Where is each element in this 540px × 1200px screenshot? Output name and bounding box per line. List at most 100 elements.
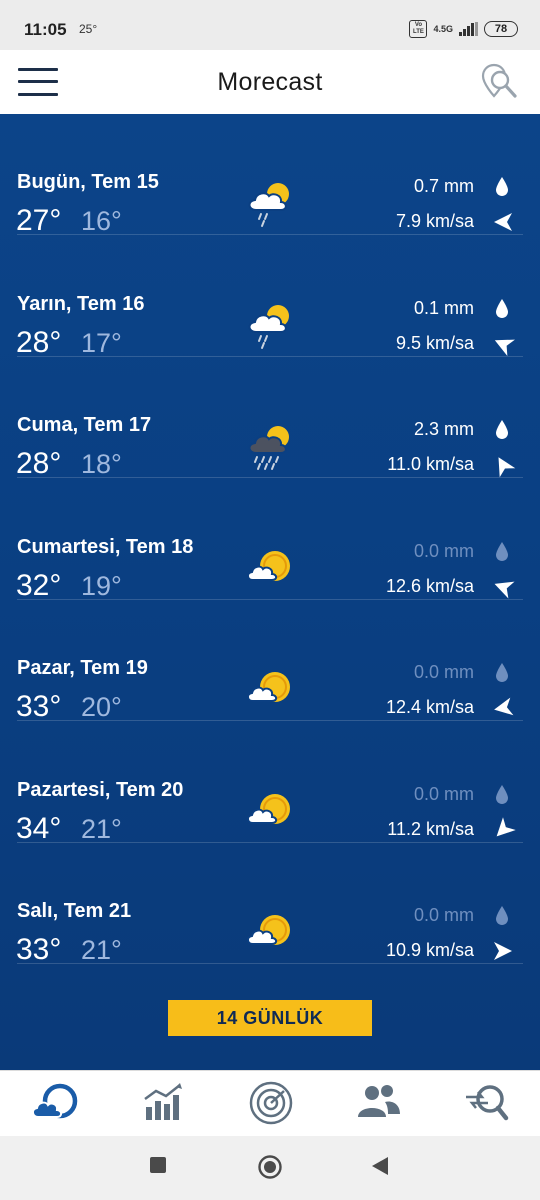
forecast-row[interactable]: Yarın, Tem 16 28° 17° 0.1 mm 9.5 km/sa [0, 236, 540, 359]
status-bar: 11:05 25° Vo LTE 4.5G 78 [0, 0, 540, 50]
drop-icon [496, 177, 508, 196]
nav-weather[interactable] [28, 1081, 82, 1125]
min-temperature: 19° [81, 570, 122, 601]
compare-icon [466, 1085, 509, 1121]
nav-charts[interactable] [136, 1081, 190, 1125]
min-temperature: 21° [81, 935, 122, 965]
wind-direction [490, 574, 516, 600]
sun-cloud-icon [247, 672, 290, 702]
precipitation-icon [495, 419, 509, 440]
drop-icon [496, 906, 508, 925]
wind-speed-value: 12.4 km/sa [385, 697, 474, 717]
min-temperature: 16° [81, 206, 122, 236]
weather-condition [244, 180, 298, 230]
max-temperature: 27° [16, 204, 62, 237]
home-button[interactable] [258, 1155, 282, 1184]
drop-icon [496, 541, 508, 561]
precipitation-icon [495, 905, 509, 926]
wind-arrow-icon [494, 339, 515, 356]
wind-arrow-icon [494, 697, 514, 716]
drop-icon [496, 298, 508, 318]
wind-speed-value: 11.0 km/sa [387, 454, 474, 474]
rain-sun-cloud-icon [248, 183, 289, 227]
drop-icon [496, 663, 508, 682]
day-label: Pazar, Tem 19 [17, 657, 148, 679]
min-temperature: 18° [81, 449, 122, 479]
max-temperature: 33° [16, 933, 62, 966]
day-label: Cumartesi, Tem 18 [17, 535, 194, 558]
forecast-row[interactable]: Cumartesi, Tem 18 32° 19° 0.0 mm 12.6 km… [0, 479, 540, 602]
wind-arrow-icon [496, 816, 516, 836]
app-header: Morecast [0, 50, 540, 114]
signal-icon [459, 22, 478, 36]
day-label: Cuma, Tem 17 [17, 414, 152, 436]
precipitation-value: 2.3 mm [413, 419, 474, 439]
sun-cloud-icon [247, 550, 290, 581]
bottom-navigation [0, 1070, 540, 1136]
forecast-row[interactable]: Cuma, Tem 17 28° 18° 2.3 mm 11.0 km/sa [0, 357, 540, 480]
weather-condition [244, 423, 298, 473]
wind-arrow-icon [498, 457, 516, 478]
heavy-rain-cloud-icon [248, 426, 289, 470]
max-temperature: 34° [16, 811, 62, 845]
wind-direction [490, 816, 516, 843]
community-icon [358, 1085, 400, 1117]
precipitation-icon [495, 298, 509, 319]
wind-speed-value: 9.5 km/sa [395, 332, 474, 353]
wind-arrow-icon [494, 213, 512, 231]
wind-speed-value: 7.9 km/sa [395, 211, 474, 231]
nav-radar[interactable] [244, 1081, 298, 1125]
wind-arrow-icon [494, 942, 512, 960]
wind-arrow-icon [494, 581, 515, 599]
battery-icon: 78 [484, 21, 518, 37]
wind-direction [490, 695, 516, 721]
back-button[interactable] [371, 1156, 389, 1181]
radar-icon [249, 1081, 293, 1125]
sun-cloud-icon [247, 915, 290, 945]
wind-direction [490, 209, 516, 235]
forecast-row[interactable]: Pazartesi, Tem 20 34° 21° 0.0 mm 11.2 km… [0, 722, 540, 845]
location-search-icon [481, 63, 517, 98]
nav-compare[interactable] [460, 1081, 514, 1125]
wind-direction [490, 938, 516, 964]
precipitation-value: 0.1 mm [413, 297, 474, 318]
system-navigation-bar [0, 1136, 540, 1200]
wind-speed-value: 10.9 km/sa [385, 940, 474, 960]
min-temperature: 21° [81, 813, 122, 844]
forecast-row[interactable]: Bugün, Tem 15 27° 16° 0.7 mm 7.9 km/sa [0, 114, 540, 237]
max-temperature: 28° [16, 447, 62, 480]
status-time: 11:05 [24, 20, 67, 39]
circle-icon [258, 1155, 282, 1179]
forecast-row[interactable]: Salı, Tem 21 33° 21° 0.0 mm 10.9 km/sa [0, 843, 540, 966]
day-label: Yarın, Tem 16 [17, 292, 145, 315]
14-day-button[interactable]: 14 GÜNLÜK [168, 1000, 372, 1036]
row-divider [17, 963, 523, 964]
chart-icon [144, 1083, 182, 1120]
max-temperature: 32° [16, 568, 62, 602]
status-temperature: 25° [79, 22, 98, 36]
square-icon [150, 1157, 166, 1173]
precipitation-value: 0.0 mm [413, 783, 474, 804]
day-label: Bugün, Tem 15 [17, 171, 159, 193]
sun-cloud-icon [247, 793, 290, 824]
weather-condition [244, 788, 298, 838]
drop-icon [496, 784, 508, 804]
location-search-button[interactable] [480, 62, 520, 102]
wind-direction [490, 452, 516, 478]
wind-direction [490, 331, 516, 357]
nav-community[interactable] [352, 1081, 406, 1125]
weather-condition [244, 666, 298, 716]
precipitation-value: 0.0 mm [413, 662, 474, 682]
max-temperature: 28° [16, 325, 62, 359]
min-temperature: 17° [81, 327, 122, 358]
drop-icon [496, 420, 508, 439]
recents-button[interactable] [149, 1156, 167, 1179]
back-triangle-icon [372, 1157, 388, 1175]
max-temperature: 33° [16, 690, 62, 723]
forecast-row[interactable]: Pazar, Tem 19 33° 20° 0.0 mm 12.4 km/sa [0, 600, 540, 723]
rain-sun-cloud-icon [248, 304, 289, 349]
weather-condition [244, 302, 298, 352]
app-title: Morecast [217, 68, 323, 96]
wind-speed-value: 11.2 km/sa [387, 818, 474, 839]
day-label: Pazartesi, Tem 20 [17, 778, 184, 801]
